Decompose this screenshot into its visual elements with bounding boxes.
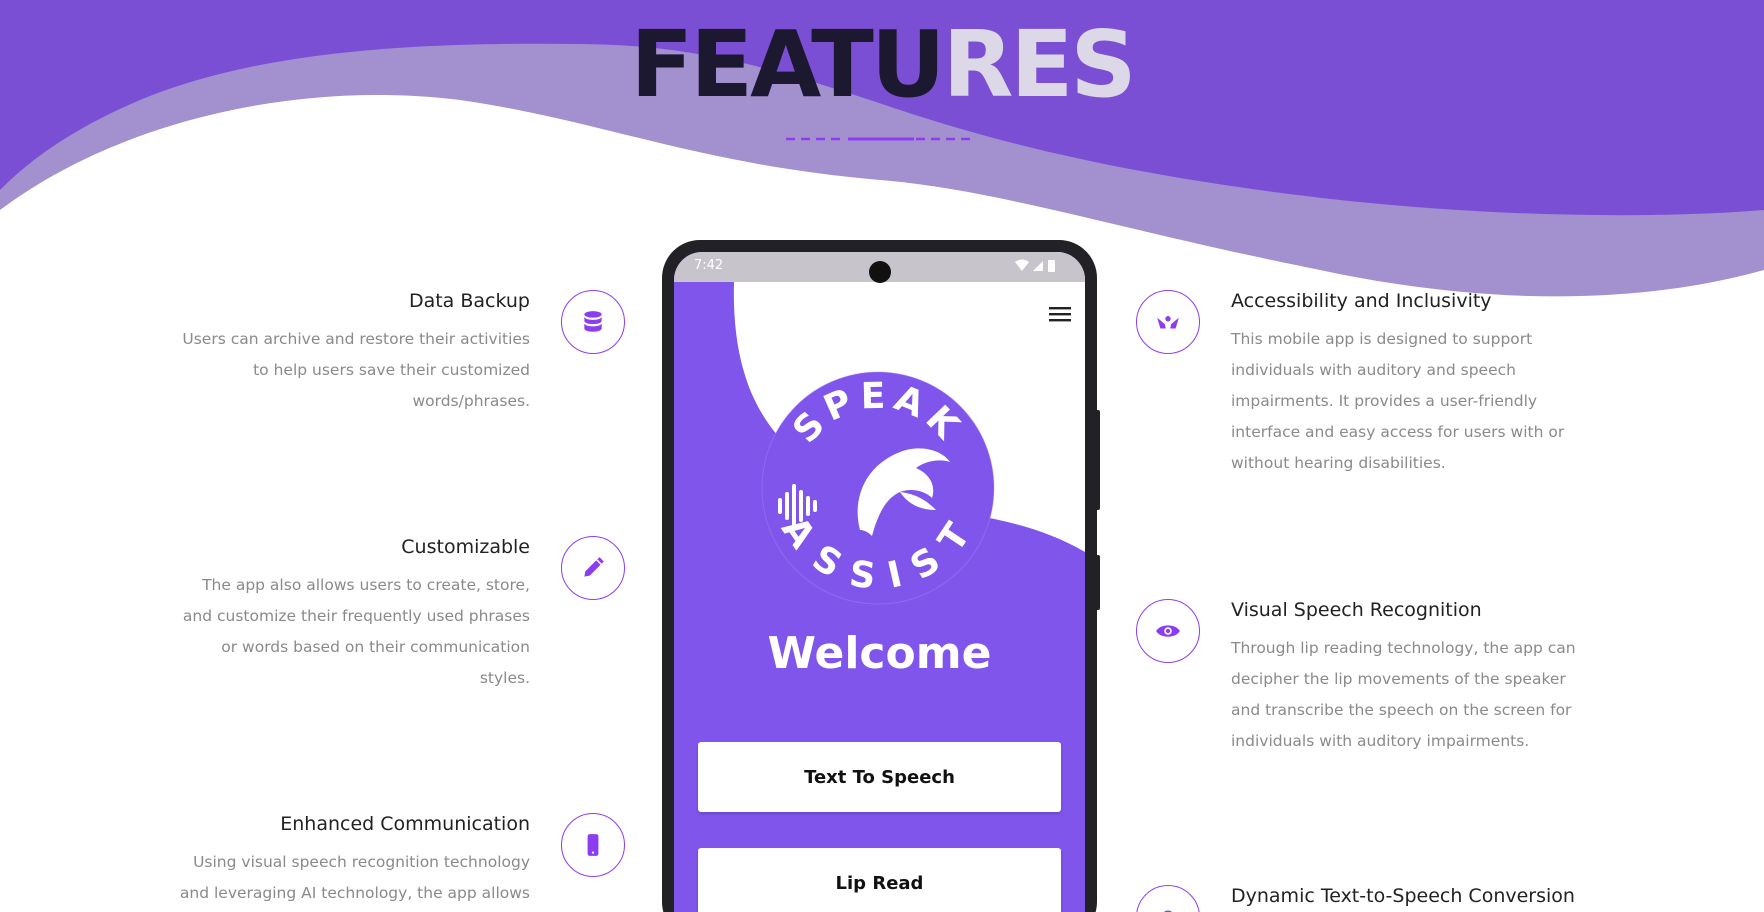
feature-title: Enhanced Communication (280, 813, 530, 835)
heading-light-part: RES (942, 11, 1137, 118)
feature-text-to-speech: Dynamic Text-to-Speech Conversion (1231, 885, 1591, 912)
feature-description: This mobile app is designed to support i… (1231, 330, 1565, 472)
feature-title: Data Backup (408, 290, 530, 312)
pencil-icon (561, 536, 625, 600)
heading-dark-part: FEATU (630, 11, 945, 118)
status-icons (1015, 259, 1055, 272)
front-camera (869, 261, 891, 283)
hands-icon (1136, 290, 1200, 354)
heading-divider (786, 137, 976, 141)
phone-screen: 7:42 SPEAK ASSIST Welcome Text To Speech… (674, 252, 1085, 912)
phone-mockup: 7:42 SPEAK ASSIST Welcome Text To Speech… (662, 240, 1097, 912)
feature-enhanced-communication: Enhanced Communication Using visual spee… (170, 813, 530, 909)
feature-title: Dynamic Text-to-Speech Conversion (1231, 885, 1575, 907)
features-heading: FEATURES (0, 10, 1764, 120)
feature-description: Using visual speech recognition technolo… (179, 853, 530, 902)
feature-data-backup: Data Backup Users can archive and restor… (170, 290, 530, 417)
feature-title: Customizable (401, 536, 530, 558)
speak-assist-logo: SPEAK ASSIST (761, 371, 995, 605)
hamburger-menu-icon[interactable] (1049, 306, 1071, 322)
feature-description: Through lip reading technology, the app … (1231, 639, 1576, 750)
signal-icon (1033, 261, 1043, 271)
battery-icon (1048, 260, 1055, 272)
eye-icon (1136, 599, 1200, 663)
wifi-icon (1015, 259, 1029, 271)
mobile-icon (561, 813, 625, 877)
welcome-title: Welcome (767, 628, 992, 679)
feature-description: The app also allows users to create, sto… (182, 576, 530, 687)
feature-accessibility: Accessibility and Inclusivity This mobil… (1231, 290, 1591, 479)
feature-title: Accessibility and Inclusivity (1231, 290, 1492, 312)
lip-read-button[interactable]: Lip Read (698, 848, 1061, 912)
database-icon (561, 290, 625, 354)
text-to-speech-button[interactable]: Text To Speech (698, 742, 1061, 812)
feature-customizable: Customizable The app also allows users t… (170, 536, 530, 694)
feature-title: Visual Speech Recognition (1231, 599, 1482, 621)
speech-icon (1136, 885, 1200, 912)
feature-description: Users can archive and restore their acti… (182, 330, 530, 410)
feature-visual-speech-recognition: Visual Speech Recognition Through lip re… (1231, 599, 1591, 757)
status-time: 7:42 (694, 258, 724, 273)
